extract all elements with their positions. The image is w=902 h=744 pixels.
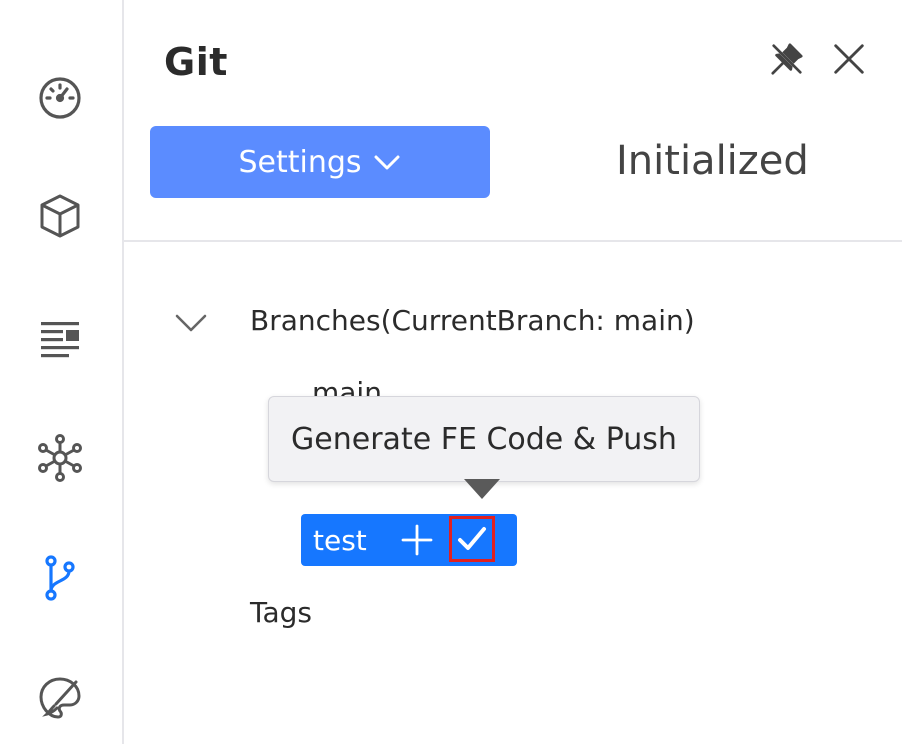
- git-branch-icon[interactable]: [34, 552, 86, 604]
- plus-icon[interactable]: [397, 520, 437, 560]
- close-icon[interactable]: [828, 38, 870, 80]
- settings-button-label: Settings: [238, 144, 362, 180]
- settings-button[interactable]: Settings: [150, 126, 490, 198]
- tooltip-arrow: [464, 479, 500, 499]
- branches-collapse-toggle[interactable]: [172, 304, 212, 344]
- activity-bar: [0, 0, 124, 744]
- chevron-down-icon: [175, 314, 207, 332]
- branch-item-label: test: [313, 523, 367, 557]
- tooltip: Generate FE Code & Push: [268, 396, 700, 482]
- branch-item-test[interactable]: test: [301, 514, 517, 566]
- document-list-icon[interactable]: [34, 312, 86, 364]
- repo-status: Initialized: [616, 138, 809, 184]
- network-hub-icon[interactable]: [34, 432, 86, 484]
- check-icon[interactable]: [449, 516, 495, 562]
- cube-icon[interactable]: [34, 190, 86, 242]
- panel-title: Git: [164, 40, 228, 84]
- pin-icon[interactable]: [766, 38, 808, 80]
- divider: [124, 240, 902, 242]
- dashboard-gauge-icon[interactable]: [34, 72, 86, 124]
- palette-brush-icon[interactable]: [34, 672, 86, 724]
- git-panel: Git Settings Initialized Branches(Curren…: [124, 0, 902, 744]
- chevron-down-icon: [374, 155, 400, 170]
- branches-header[interactable]: Branches(CurrentBranch: main): [250, 304, 695, 337]
- tags-header[interactable]: Tags: [250, 596, 312, 629]
